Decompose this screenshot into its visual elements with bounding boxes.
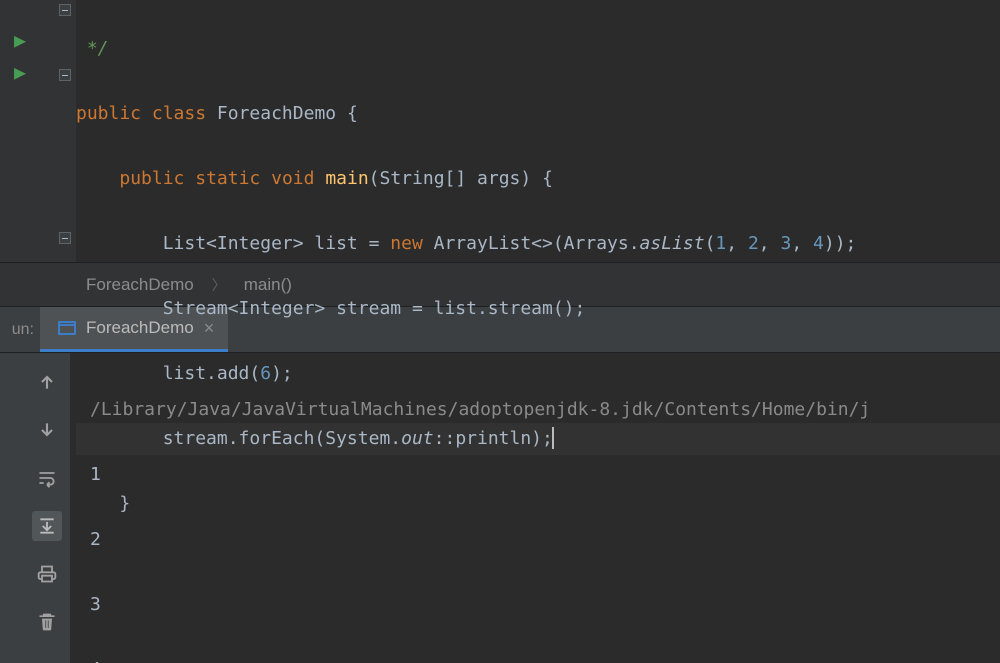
code-text: class [152,103,206,124]
code-text: , [791,233,813,254]
code-text: void [271,168,314,189]
code-text: , [726,233,748,254]
code-text: static [195,168,260,189]
code-text: new [390,233,423,254]
fold-icon[interactable] [59,232,71,244]
scroll-up-button[interactable] [32,367,62,397]
console-line: 4 [90,654,1000,663]
console-toolbar [24,353,70,663]
code-text: stream.forEach(System. [163,428,401,449]
code-text: 2 [748,233,759,254]
console-line: 3 [90,589,1000,622]
run-side-gutter [0,353,24,663]
fold-icon[interactable] [59,69,71,81]
code-text: out [401,428,434,449]
code-editor[interactable]: ▶ ▶ */ public class ForeachDemo { public… [0,0,1000,262]
code-text: 1 [715,233,726,254]
code-text: asList [640,233,705,254]
scroll-to-end-button[interactable] [32,511,62,541]
code-text: } [119,493,130,514]
code-text: ArrayList<>(Arrays. [423,233,640,254]
code-text: list.add( [163,363,261,384]
delete-button[interactable] [32,607,62,637]
code-text: main [325,168,368,189]
code-text: 4 [813,233,824,254]
code-text: ( [705,233,716,254]
code-text: ::println); [434,428,553,449]
text-caret [552,427,554,449]
run-tool-label: un: [0,307,40,352]
code-text: { [336,103,358,124]
run-gutter-icon[interactable]: ▶ [14,30,26,50]
code-text: List<Integer> list = [163,233,391,254]
fold-gutter [56,0,76,262]
soft-wrap-button[interactable] [32,463,62,493]
code-text: ForeachDemo [217,103,336,124]
run-gutter-icon[interactable]: ▶ [14,62,26,82]
code-area[interactable]: */ public class ForeachDemo { public sta… [76,0,1000,262]
code-text: (String[] args) { [369,168,553,189]
editor-gutter: ▶ ▶ [0,0,56,262]
code-text: public [119,168,184,189]
fold-icon[interactable] [59,4,71,16]
application-icon [58,321,76,335]
code-text: public [76,103,141,124]
print-button[interactable] [32,559,62,589]
code-text: Stream<Integer> stream = list.stream(); [163,298,586,319]
code-text: */ [76,38,109,59]
code-text: 6 [260,363,271,384]
code-text: , [759,233,781,254]
code-text: ); [271,363,293,384]
scroll-down-button[interactable] [32,415,62,445]
code-text: )); [824,233,857,254]
code-text: 3 [780,233,791,254]
